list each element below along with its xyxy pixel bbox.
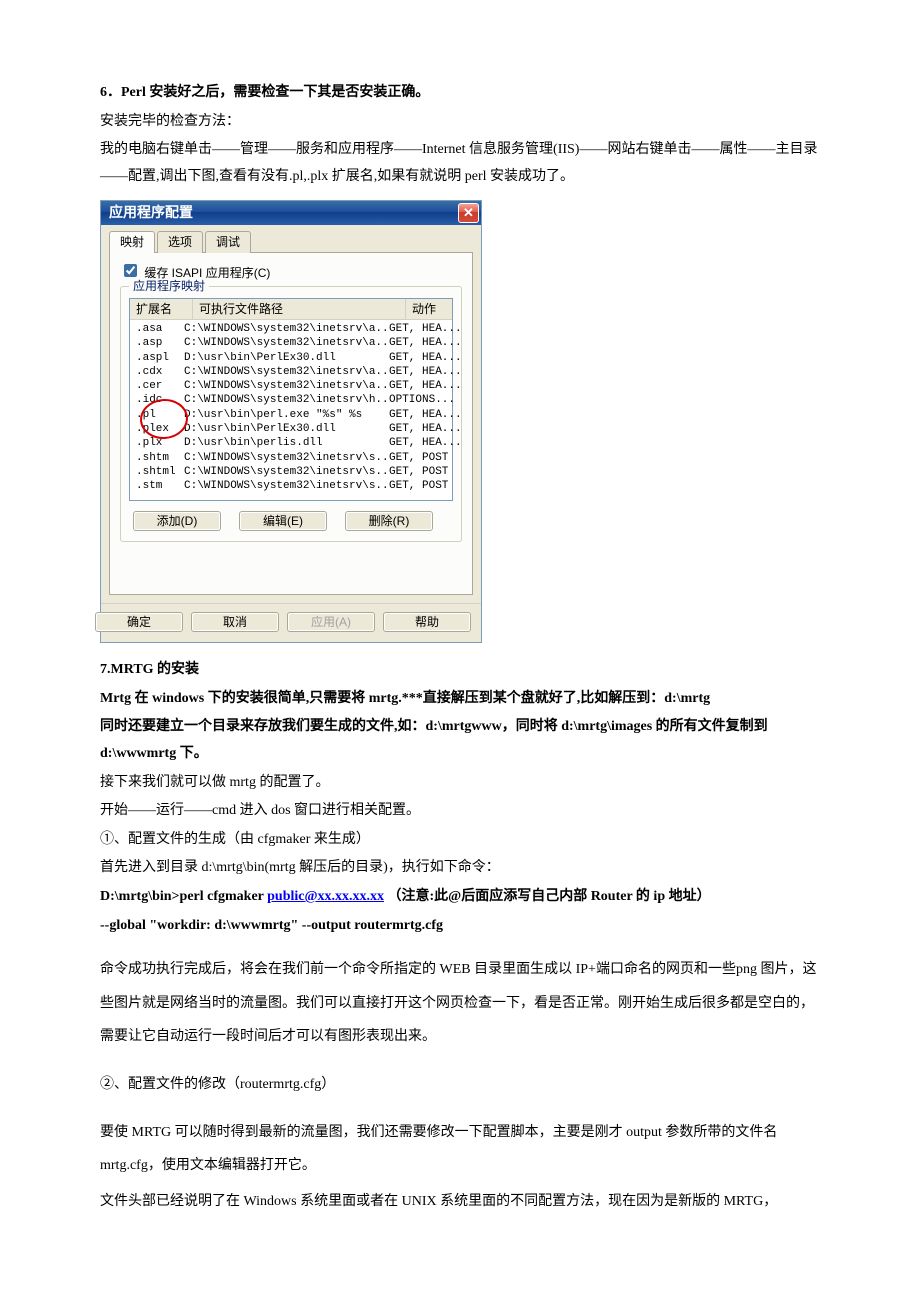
cell-path: D:\usr\bin\PerlEx30.dll [184,422,389,436]
cell-ext: .asa [136,322,184,336]
cell-path: C:\WINDOWS\system32\inetsrv\s... [184,451,389,465]
mrtg-step2-title: ②、配置文件的修改（routermrtg.cfg） [100,1068,820,1102]
mapping-fieldset: 应用程序映射 扩展名 可执行文件路径 动作 .asaC:\WINDOWS\sys… [120,286,462,542]
cell-ext: .stm [136,479,184,493]
cell-action: GET, HEA... [389,322,462,336]
cell-ext: .aspl [136,351,184,365]
table-row[interactable]: .cdxC:\WINDOWS\system32\inetsrv\a...GET,… [130,365,452,379]
cell-path: C:\WINDOWS\system32\inetsrv\a... [184,322,389,336]
list-header: 扩展名 可执行文件路径 动作 [130,299,452,320]
cache-isapi-label: 缓存 ISAPI 应用程序(C) [144,266,270,280]
cell-action: GET, POST [389,465,448,479]
cell-path: D:\usr\bin\perlis.dll [184,436,389,450]
cell-action: GET, HEA... [389,365,462,379]
cell-path: C:\WINDOWS\system32\inetsrv\s... [184,465,389,479]
table-row[interactable]: .asplD:\usr\bin\PerlEx30.dllGET, HEA... [130,351,452,365]
table-row[interactable]: .plD:\usr\bin\perl.exe "%s" %sGET, HEA..… [130,408,452,422]
cmd-note: （注意:此@后面应添写自己内部 Router 的 ip 地址） [388,889,711,904]
mrtg-result-text: 命令成功执行完成后，将会在我们前一个命令所指定的 WEB 目录里面生成以 IP+… [100,953,820,1054]
check-path-text: 我的电脑右键单击——管理——服务和应用程序——Internet 信息服务管理(I… [100,137,820,190]
cell-action: GET, HEA... [389,336,462,350]
cell-ext: .shtm [136,451,184,465]
table-row[interactable]: .idcC:\WINDOWS\system32\inetsrv\h...OPTI… [130,393,452,407]
mrtg-line5: ①、配置文件的生成（由 cfgmaker 来生成） [100,827,820,854]
cell-action: GET, POST [389,479,448,493]
cell-action: GET, HEA... [389,436,462,450]
tab-strip: 映射 选项 调试 [101,225,481,252]
app-config-dialog: 应用程序配置 ✕ 映射 选项 调试 缓存 ISAPI 应用程序(C) 应用程序映… [100,200,482,643]
mrtg-line3: 接下来我们就可以做 mrtg 的配置了。 [100,770,820,797]
step7-title: 7.MRTG 的安装 [100,657,820,684]
table-row[interactable]: .plexD:\usr\bin\PerlEx30.dllGET, HEA... [130,422,452,436]
extension-listview[interactable]: 扩展名 可执行文件路径 动作 .asaC:\WINDOWS\system32\i… [129,298,453,501]
table-row[interactable]: .shtmlC:\WINDOWS\system32\inetsrv\s...GE… [130,465,452,479]
table-row[interactable]: .shtmC:\WINDOWS\system32\inetsrv\s...GET… [130,451,452,465]
mrtg-line2: 同时还要建立一个目录来存放我们要生成的文件,如：d:\mrtgwww，同时将 d… [100,714,820,767]
cell-action: OPTIONS... [389,393,455,407]
cell-action: GET, HEA... [389,422,462,436]
cell-path: C:\WINDOWS\system32\inetsrv\s... [184,479,389,493]
mrtg-edit-script: 要使 MRTG 可以随时得到最新的流量图，我们还需要修改一下配置脚本，主要是刚才… [100,1116,820,1183]
mrtg-line1-text: Mrtg 在 windows 下的安装很简单,只需要将 mrtg.***直接解压… [100,691,710,706]
step6-title: 6．Perl 安装好之后，需要检查一下其是否安装正确。 [100,80,820,107]
cell-path: C:\WINDOWS\system32\inetsrv\a... [184,379,389,393]
mrtg-cmd-line: D:\mrtg\bin>perl cfgmaker public@xx.xx.x… [100,884,820,911]
cell-ext: .idc [136,393,184,407]
cell-action: GET, POST [389,451,448,465]
cmd-prefix: D:\mrtg\bin>perl cfgmaker [100,889,267,904]
check-method-label: 安装完毕的检查方法： [100,109,820,136]
cell-ext: .cer [136,379,184,393]
table-row[interactable]: .plxD:\usr\bin\perlis.dllGET, HEA... [130,436,452,450]
add-button[interactable]: 添加(D) [133,511,221,531]
cell-ext: .plex [136,422,184,436]
close-icon[interactable]: ✕ [458,203,479,223]
table-row[interactable]: .stmC:\WINDOWS\system32\inetsrv\s...GET,… [130,479,452,493]
tab-debug[interactable]: 调试 [205,231,251,252]
cell-path: C:\WINDOWS\system32\inetsrv\a... [184,336,389,350]
ok-button[interactable]: 确定 [95,612,183,632]
cancel-button[interactable]: 取消 [191,612,279,632]
cell-ext: .pl [136,408,184,422]
edit-button[interactable]: 编辑(E) [239,511,327,531]
tab-mapping[interactable]: 映射 [109,231,155,252]
email-link[interactable]: public@xx.xx.xx.xx [267,889,384,904]
fieldset-buttons: 添加(D) 编辑(E) 删除(R) [129,511,453,531]
delete-button[interactable]: 删除(R) [345,511,433,531]
mrtg-line2-text: 同时还要建立一个目录来存放我们要生成的文件,如：d:\mrtgwww，同时将 d… [100,719,768,761]
cell-path: D:\usr\bin\PerlEx30.dll [184,351,389,365]
cache-isapi-checkbox[interactable]: 缓存 ISAPI 应用程序(C) [120,266,270,280]
cell-path: C:\WINDOWS\system32\inetsrv\a... [184,365,389,379]
table-row[interactable]: .aspC:\WINDOWS\system32\inetsrv\a...GET,… [130,336,452,350]
col-path[interactable]: 可执行文件路径 [193,299,406,319]
tab-options[interactable]: 选项 [157,231,203,252]
tab-panel: 缓存 ISAPI 应用程序(C) 应用程序映射 扩展名 可执行文件路径 动作 .… [109,252,473,595]
mrtg-header-note: 文件头部已经说明了在 Windows 系统里面或者在 UNIX 系统里面的不同配… [100,1185,820,1219]
col-ext[interactable]: 扩展名 [130,299,193,319]
apply-button[interactable]: 应用(A) [287,612,375,632]
dialog-bottom-bar: 确定 取消 应用(A) 帮助 [101,603,481,642]
fieldset-legend: 应用程序映射 [129,279,209,293]
table-row[interactable]: .cerC:\WINDOWS\system32\inetsrv\a...GET,… [130,379,452,393]
mrtg-line6: 首先进入到目录 d:\mrtg\bin(mrtg 解压后的目录)，执行如下命令： [100,855,820,882]
cell-action: GET, HEA... [389,351,462,365]
cell-ext: .shtml [136,465,184,479]
mrtg-line4: 开始——运行——cmd 进入 dos 窗口进行相关配置。 [100,798,820,825]
cell-ext: .plx [136,436,184,450]
cell-ext: .cdx [136,365,184,379]
cache-isapi-input[interactable] [124,264,137,277]
cell-path: C:\WINDOWS\system32\inetsrv\h... [184,393,389,407]
col-action[interactable]: 动作 [406,299,452,319]
cell-path: D:\usr\bin\perl.exe "%s" %s [184,408,389,422]
dialog-title: 应用程序配置 [101,201,201,225]
table-row[interactable]: .asaC:\WINDOWS\system32\inetsrv\a...GET,… [130,322,452,336]
help-button[interactable]: 帮助 [383,612,471,632]
cell-action: GET, HEA... [389,379,462,393]
dialog-titlebar: 应用程序配置 ✕ [101,201,481,225]
cell-ext: .asp [136,336,184,350]
mrtg-cmd-args: --global "workdir: d:\wwwmrtg" --output … [100,913,820,940]
mrtg-line1: Mrtg 在 windows 下的安装很简单,只需要将 mrtg.***直接解压… [100,686,820,713]
cell-action: GET, HEA... [389,408,462,422]
list-rows: .asaC:\WINDOWS\system32\inetsrv\a...GET,… [130,320,452,500]
